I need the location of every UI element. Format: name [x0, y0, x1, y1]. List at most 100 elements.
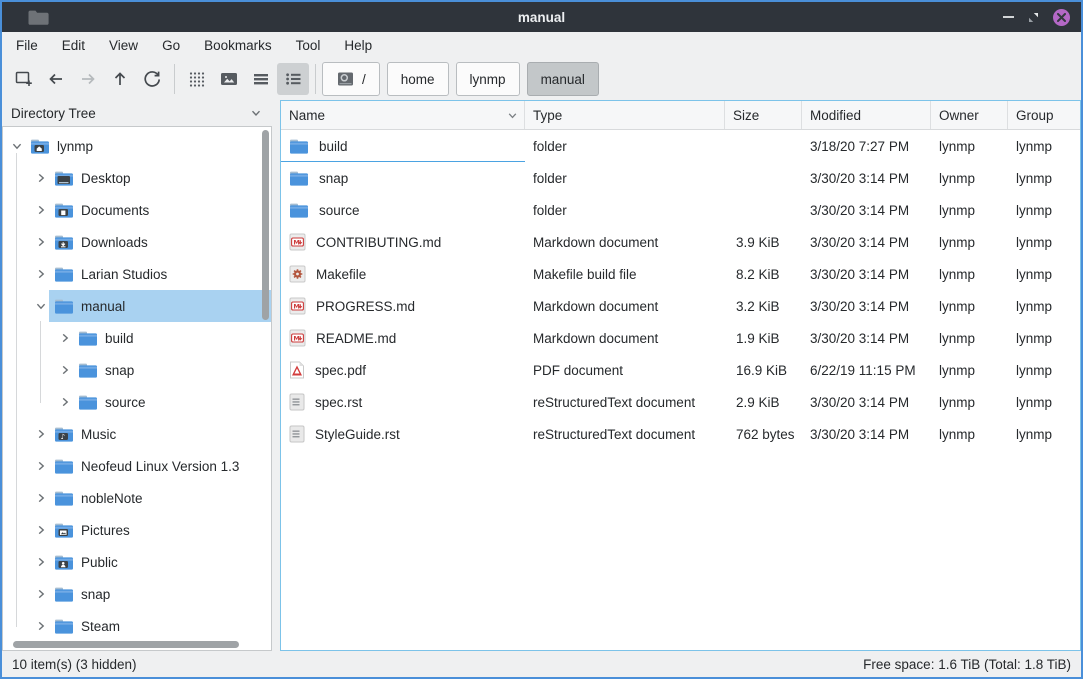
column-header-name[interactable]: Name [281, 101, 525, 129]
sidebar-vertical-scrollbar[interactable] [262, 130, 269, 320]
chevron-right-icon[interactable] [57, 394, 73, 410]
directory-tree: lynmpDesktopDocumentsDownloadsLarian Stu… [2, 126, 272, 651]
menu-help[interactable]: Help [332, 38, 384, 53]
path-button-lynmp[interactable]: lynmp [456, 62, 520, 96]
tree-item-label: snap [81, 587, 110, 602]
tree-item-source[interactable]: source [3, 386, 271, 418]
rst-icon [289, 393, 305, 411]
file-row-spec-pdf[interactable]: spec.pdfPDF document16.9 KiB6/22/19 11:1… [281, 354, 1080, 386]
path-button-home[interactable]: home [387, 62, 449, 96]
chevron-right-icon[interactable] [33, 618, 49, 634]
file-name: spec.rst [315, 395, 362, 410]
close-button[interactable] [1053, 9, 1070, 26]
column-header-label: Owner [939, 108, 979, 123]
chevron-down-icon[interactable] [9, 138, 25, 154]
menu-go[interactable]: Go [150, 38, 192, 53]
file-name: PROGRESS.md [316, 299, 415, 314]
file-size: 762 bytes [725, 427, 802, 442]
refresh-button[interactable] [136, 63, 168, 95]
tree-item-snap[interactable]: snap [3, 354, 271, 386]
tree-item-neofeud-linux-version-1-3[interactable]: Neofeud Linux Version 1.3 [3, 450, 271, 482]
file-row-build[interactable]: buildfolder3/18/20 7:27 PMlynmplynmp [281, 130, 1080, 162]
file-owner: lynmp [931, 363, 1008, 378]
window-controls [1003, 9, 1081, 26]
folder-icon [54, 618, 74, 635]
file-row-spec-rst[interactable]: spec.rstreStructuredText document2.9 KiB… [281, 386, 1080, 418]
tree-item-lynmp[interactable]: lynmp [3, 130, 271, 162]
tree-item-documents[interactable]: Documents [3, 194, 271, 226]
tree-item-build[interactable]: build [3, 322, 271, 354]
chevron-right-icon[interactable] [57, 330, 73, 346]
folder-downloads-icon [54, 234, 74, 251]
file-type: Markdown document [525, 331, 725, 346]
tree-item-music[interactable]: ♪Music [3, 418, 271, 450]
path-button-manual[interactable]: manual [527, 62, 599, 96]
icon-view-button[interactable] [181, 63, 213, 95]
file-row-progress-md[interactable]: MPROGRESS.mdMarkdown document3.2 KiB3/30… [281, 290, 1080, 322]
path-button-label: lynmp [470, 72, 506, 87]
file-modified: 3/30/20 3:14 PM [802, 203, 931, 218]
folder-icon [289, 138, 309, 155]
menu-tool[interactable]: Tool [284, 38, 333, 53]
file-type: Markdown document [525, 299, 725, 314]
maximize-button[interactable] [1027, 11, 1040, 24]
column-header-type[interactable]: Type [525, 101, 725, 129]
file-type: folder [525, 203, 725, 218]
folder-public-icon [54, 554, 74, 571]
tree-item-public[interactable]: Public [3, 546, 271, 578]
chevron-right-icon[interactable] [33, 234, 49, 250]
menu-edit[interactable]: Edit [50, 38, 97, 53]
tree-item-larian-studios[interactable]: Larian Studios [3, 258, 271, 290]
tree-item-noblenote[interactable]: nobleNote [3, 482, 271, 514]
sidebar-horizontal-scrollbar[interactable] [13, 641, 239, 648]
file-row-source[interactable]: sourcefolder3/30/20 3:14 PMlynmplynmp [281, 194, 1080, 226]
column-header-modified[interactable]: Modified [802, 101, 931, 129]
menu-view[interactable]: View [97, 38, 150, 53]
chevron-down-icon[interactable] [33, 298, 49, 314]
file-row-contributing-md[interactable]: MCONTRIBUTING.mdMarkdown document3.9 KiB… [281, 226, 1080, 258]
tree-item-label: build [105, 331, 134, 346]
compact-view-button[interactable] [245, 63, 277, 95]
back-button[interactable] [40, 63, 72, 95]
up-button[interactable] [104, 63, 136, 95]
path-button-label: manual [541, 72, 585, 87]
menu-bookmarks[interactable]: Bookmarks [192, 38, 284, 53]
detailed-list-view-button[interactable] [277, 63, 309, 95]
thumbnail-view-button[interactable] [213, 63, 245, 95]
forward-button[interactable] [72, 63, 104, 95]
tree-item-desktop[interactable]: Desktop [3, 162, 271, 194]
chevron-right-icon[interactable] [33, 586, 49, 602]
chevron-right-icon[interactable] [57, 362, 73, 378]
folder-icon [289, 202, 309, 219]
tree-item-downloads[interactable]: Downloads [3, 226, 271, 258]
file-owner: lynmp [931, 203, 1008, 218]
tree-item-pictures[interactable]: Pictures [3, 514, 271, 546]
tree-item-steam[interactable]: Steam [3, 610, 271, 642]
menu-file[interactable]: File [4, 38, 50, 53]
file-row-readme-md[interactable]: MREADME.mdMarkdown document1.9 KiB3/30/2… [281, 322, 1080, 354]
chevron-right-icon[interactable] [33, 426, 49, 442]
column-header-owner[interactable]: Owner [931, 101, 1008, 129]
chevron-right-icon[interactable] [33, 202, 49, 218]
column-header-group[interactable]: Group [1008, 101, 1080, 129]
path-button-root[interactable]: / [322, 62, 380, 96]
tree-item-snap[interactable]: snap [3, 578, 271, 610]
pane-splitter[interactable] [272, 100, 280, 651]
sidebar-header[interactable]: Directory Tree [2, 100, 272, 126]
chevron-down-icon[interactable] [249, 106, 263, 120]
file-list-rows: buildfolder3/18/20 7:27 PMlynmplynmpsnap… [281, 130, 1080, 650]
chevron-right-icon[interactable] [33, 490, 49, 506]
file-row-snap[interactable]: snapfolder3/30/20 3:14 PMlynmplynmp [281, 162, 1080, 194]
chevron-right-icon[interactable] [33, 170, 49, 186]
menubar: FileEditViewGoBookmarksToolHelp [2, 32, 1081, 58]
file-row-makefile[interactable]: MakefileMakefile build file8.2 KiB3/30/2… [281, 258, 1080, 290]
chevron-right-icon[interactable] [33, 458, 49, 474]
new-tab-button[interactable] [8, 63, 40, 95]
column-header-size[interactable]: Size [725, 101, 802, 129]
minimize-button[interactable] [1003, 16, 1014, 18]
chevron-right-icon[interactable] [33, 522, 49, 538]
file-row-styleguide-rst[interactable]: StyleGuide.rstreStructuredText document7… [281, 418, 1080, 450]
tree-item-manual[interactable]: manual [3, 290, 271, 322]
chevron-right-icon[interactable] [33, 266, 49, 282]
chevron-right-icon[interactable] [33, 554, 49, 570]
